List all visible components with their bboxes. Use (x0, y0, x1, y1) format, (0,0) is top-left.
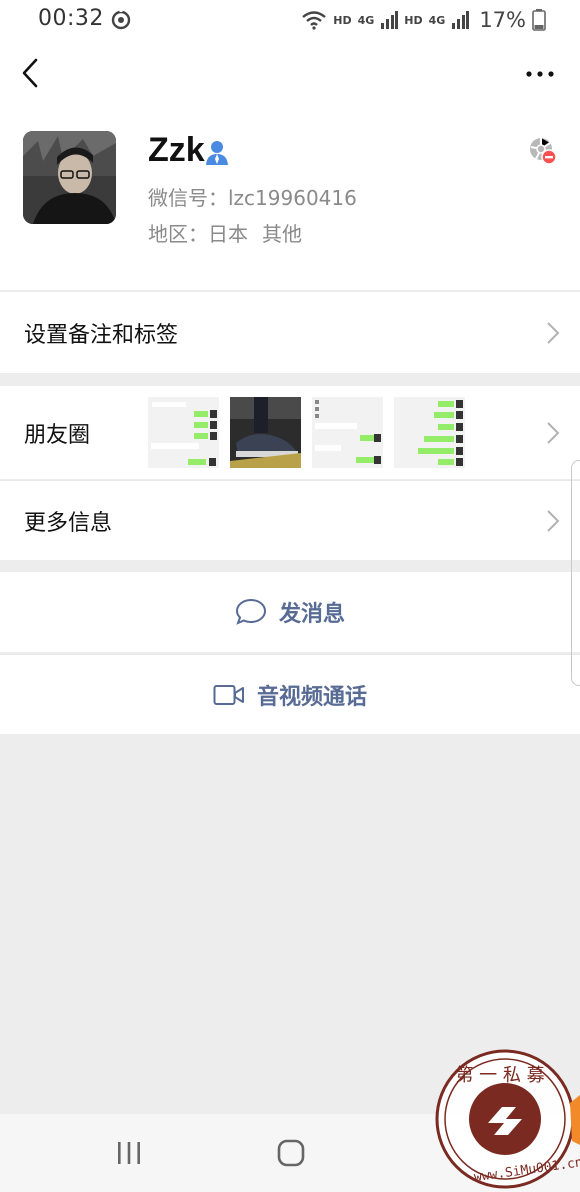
status-time: 00:32 (38, 6, 104, 31)
battery-percent: 17% (479, 8, 526, 32)
recents-icon[interactable] (116, 1140, 142, 1166)
signal-icon-2 (452, 11, 470, 29)
region: 地区：日本 其他 (148, 218, 302, 247)
voice-video-call-button[interactable]: 音视频通话 (0, 654, 580, 734)
send-message-button[interactable]: 发消息 (0, 572, 580, 652)
chevron-right-icon (547, 509, 560, 532)
wifi-icon (302, 11, 327, 30)
chat-bubble-icon (235, 598, 266, 625)
moments-thumb-chat-3 (394, 397, 465, 468)
network-activity-icon (111, 9, 131, 30)
profile-name: Zzk (148, 131, 205, 169)
moments-thumb-chat-1 (148, 397, 219, 468)
set-remark-row[interactable]: 设置备注和标签 (0, 291, 580, 373)
moments-thumb-chat-2 (312, 397, 383, 468)
svg-text:第 一 私 募: 第 一 私 募 (455, 1065, 544, 1086)
voice-video-call-label: 音视频通话 (256, 684, 367, 710)
more-info-row[interactable]: 更多信息 (0, 480, 580, 560)
profile-header: Zzk 微信号：lzc19960416 地区：日本 其他 (0, 40, 580, 290)
status-bar: 00:32 HD 4G HD 4G 17% (0, 0, 580, 40)
moments-thumbnails (148, 397, 465, 468)
video-camera-icon (213, 684, 244, 705)
blocked-icon (530, 138, 557, 165)
chevron-right-icon (547, 421, 560, 444)
avatar-image (23, 131, 116, 224)
network-type-label: 4G (357, 13, 375, 27)
set-remark-label: 设置备注和标签 (24, 322, 179, 348)
moments-thumb-sneakers (230, 397, 301, 468)
chevron-right-icon (547, 321, 560, 344)
status-indicators: HD 4G HD 4G 17% (301, 6, 546, 34)
back-icon[interactable] (14, 56, 46, 90)
person-icon (206, 141, 228, 165)
wechat-id: 微信号：lzc19960416 (148, 186, 357, 210)
hd-label-2: HD (404, 13, 423, 27)
hd-label: HD (333, 13, 352, 27)
battery-icon (532, 9, 546, 31)
network-type-label-2: 4G (428, 13, 446, 27)
send-message-label: 发消息 (278, 602, 345, 627)
avatar[interactable] (23, 131, 116, 224)
signal-icon (381, 11, 399, 29)
region-label: 地区： (148, 222, 208, 246)
watermark-seal: 第 一 私 募 www.SiMu001.cn (435, 1049, 580, 1189)
region-city: 其他 (262, 222, 302, 246)
edge-panel-handle[interactable] (571, 460, 580, 686)
more-dots-icon[interactable] (524, 60, 556, 88)
region-country: 日本 (208, 222, 248, 246)
home-icon[interactable] (276, 1138, 306, 1168)
more-info-label: 更多信息 (24, 510, 113, 536)
moments-row[interactable]: 朋友圈 (0, 386, 580, 479)
moments-label: 朋友圈 (24, 422, 91, 448)
